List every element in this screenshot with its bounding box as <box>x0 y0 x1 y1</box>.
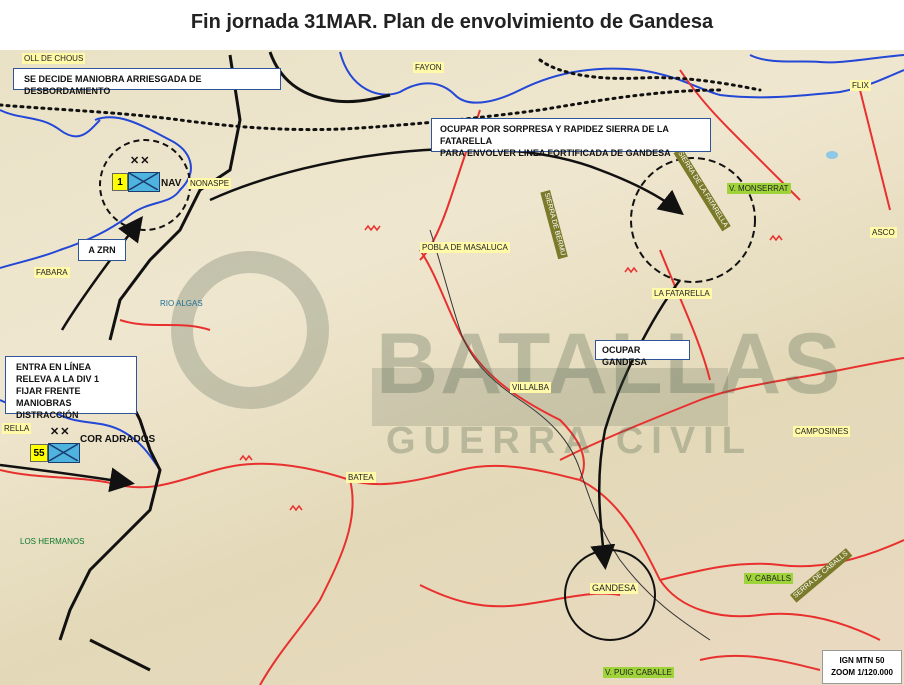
road-1 <box>0 462 881 641</box>
scale-box: IGN MTN 50 ZOOM 1/120.000 <box>822 650 902 684</box>
note-occupy-gandesa: OCUPAR GANDESA <box>595 340 690 367</box>
place-fabara: FABARA <box>34 267 70 278</box>
scale-zoom: ZOOM 1/120.000 <box>831 668 893 677</box>
place-pobla: POBLA DE MASALUCA <box>420 242 510 253</box>
contour-3 <box>769 234 783 242</box>
place-caballs: V. CABALLS <box>744 573 794 584</box>
place-la-fatarella: LA FATARELLA <box>652 288 712 299</box>
contour-1 <box>364 224 381 232</box>
contour-4 <box>289 504 303 512</box>
road-2 <box>259 479 354 685</box>
place-coll-de-chous: OLL DE CHOUS <box>22 53 86 64</box>
note-maneuver: SE DECIDE MANIOBRA ARRIESGADA DE DESBORD… <box>13 68 281 96</box>
place-fayon: FAYON <box>413 62 444 73</box>
map-canvas[interactable]: BATALLAS GUERRA CIVIL OLL DE CHOUS FAYON… <box>0 50 904 685</box>
place-puig-caballe: V. PUIG CABALLE <box>603 667 674 678</box>
place-corbera: RELLA <box>2 423 32 434</box>
note-occupy-fatarella-line2: PARA ENVOLVER LINEA FORTIFICADA DE GANDE… <box>440 148 671 158</box>
place-gandesa: GANDESA <box>590 583 639 594</box>
map-title: Fin jornada 31MAR. Plan de envolvimiento… <box>190 10 714 33</box>
unit-1-symbol[interactable] <box>128 172 160 192</box>
place-camposines: CAMPOSINES <box>793 426 851 437</box>
unit-55-name: COR ADRADOS <box>80 434 156 445</box>
road-7 <box>699 654 821 671</box>
contour-2 <box>624 266 638 274</box>
place-villalba: VILLALBA <box>510 382 551 393</box>
unit-1-number: 1 <box>112 173 128 191</box>
note-entry-line1: ENTRA EN LÍNEA <box>16 362 92 372</box>
place-batea: BATEA <box>346 472 376 483</box>
unit-55-echelon: ✕✕ <box>50 426 71 438</box>
arrow-to-zrn <box>60 215 143 331</box>
dotted-line-right <box>538 58 762 92</box>
note-zrn: A ZRN <box>78 239 126 261</box>
front-line-top <box>268 51 391 104</box>
place-nonaspe: NONASPE <box>188 178 232 189</box>
unit-55-number: 55 <box>30 444 48 462</box>
contour-5 <box>239 454 253 462</box>
scale-source: IGN MTN 50 <box>839 656 885 665</box>
infantry-cross-icon <box>49 444 78 461</box>
place-los-hermanos: LOS HERMANOS <box>20 537 85 546</box>
place-rio-algas: RIO ALGAS <box>160 299 203 308</box>
unit-1-name: NAV <box>161 178 182 189</box>
note-occupy-fatarella-line1: OCUPAR POR SORPRESA Y RAPIDEZ SIERRA DE … <box>440 124 669 146</box>
road-11 <box>859 89 891 211</box>
place-flix: FLIX <box>850 80 871 91</box>
front-line-south <box>89 638 151 672</box>
river-north <box>749 54 904 64</box>
lake <box>826 151 838 159</box>
road-8 <box>119 319 211 331</box>
note-entry-line4: MANIOBRAS DISTRACCIÓN <box>16 398 79 420</box>
note-occupy-fatarella: OCUPAR POR SORPRESA Y RAPIDEZ SIERRA DE … <box>431 118 711 158</box>
river-northwest <box>0 109 101 138</box>
watermark-subtitle: GUERRA CIVIL <box>386 420 753 462</box>
note-entry-line3: FIJAR FRENTE <box>16 386 81 396</box>
note-entry: ENTRA EN LÍNEA RELEVA A LA DIV 1 FIJAR F… <box>5 356 137 420</box>
unit-1-echelon: ✕✕ <box>130 155 151 167</box>
place-monserrat: V. MONSERRAT <box>727 183 791 194</box>
place-asco: ASCO <box>870 227 897 238</box>
infantry-cross-icon <box>129 173 158 190</box>
unit-55-symbol[interactable] <box>48 443 80 463</box>
note-entry-line2: RELEVA A LA DIV 1 <box>16 374 100 384</box>
